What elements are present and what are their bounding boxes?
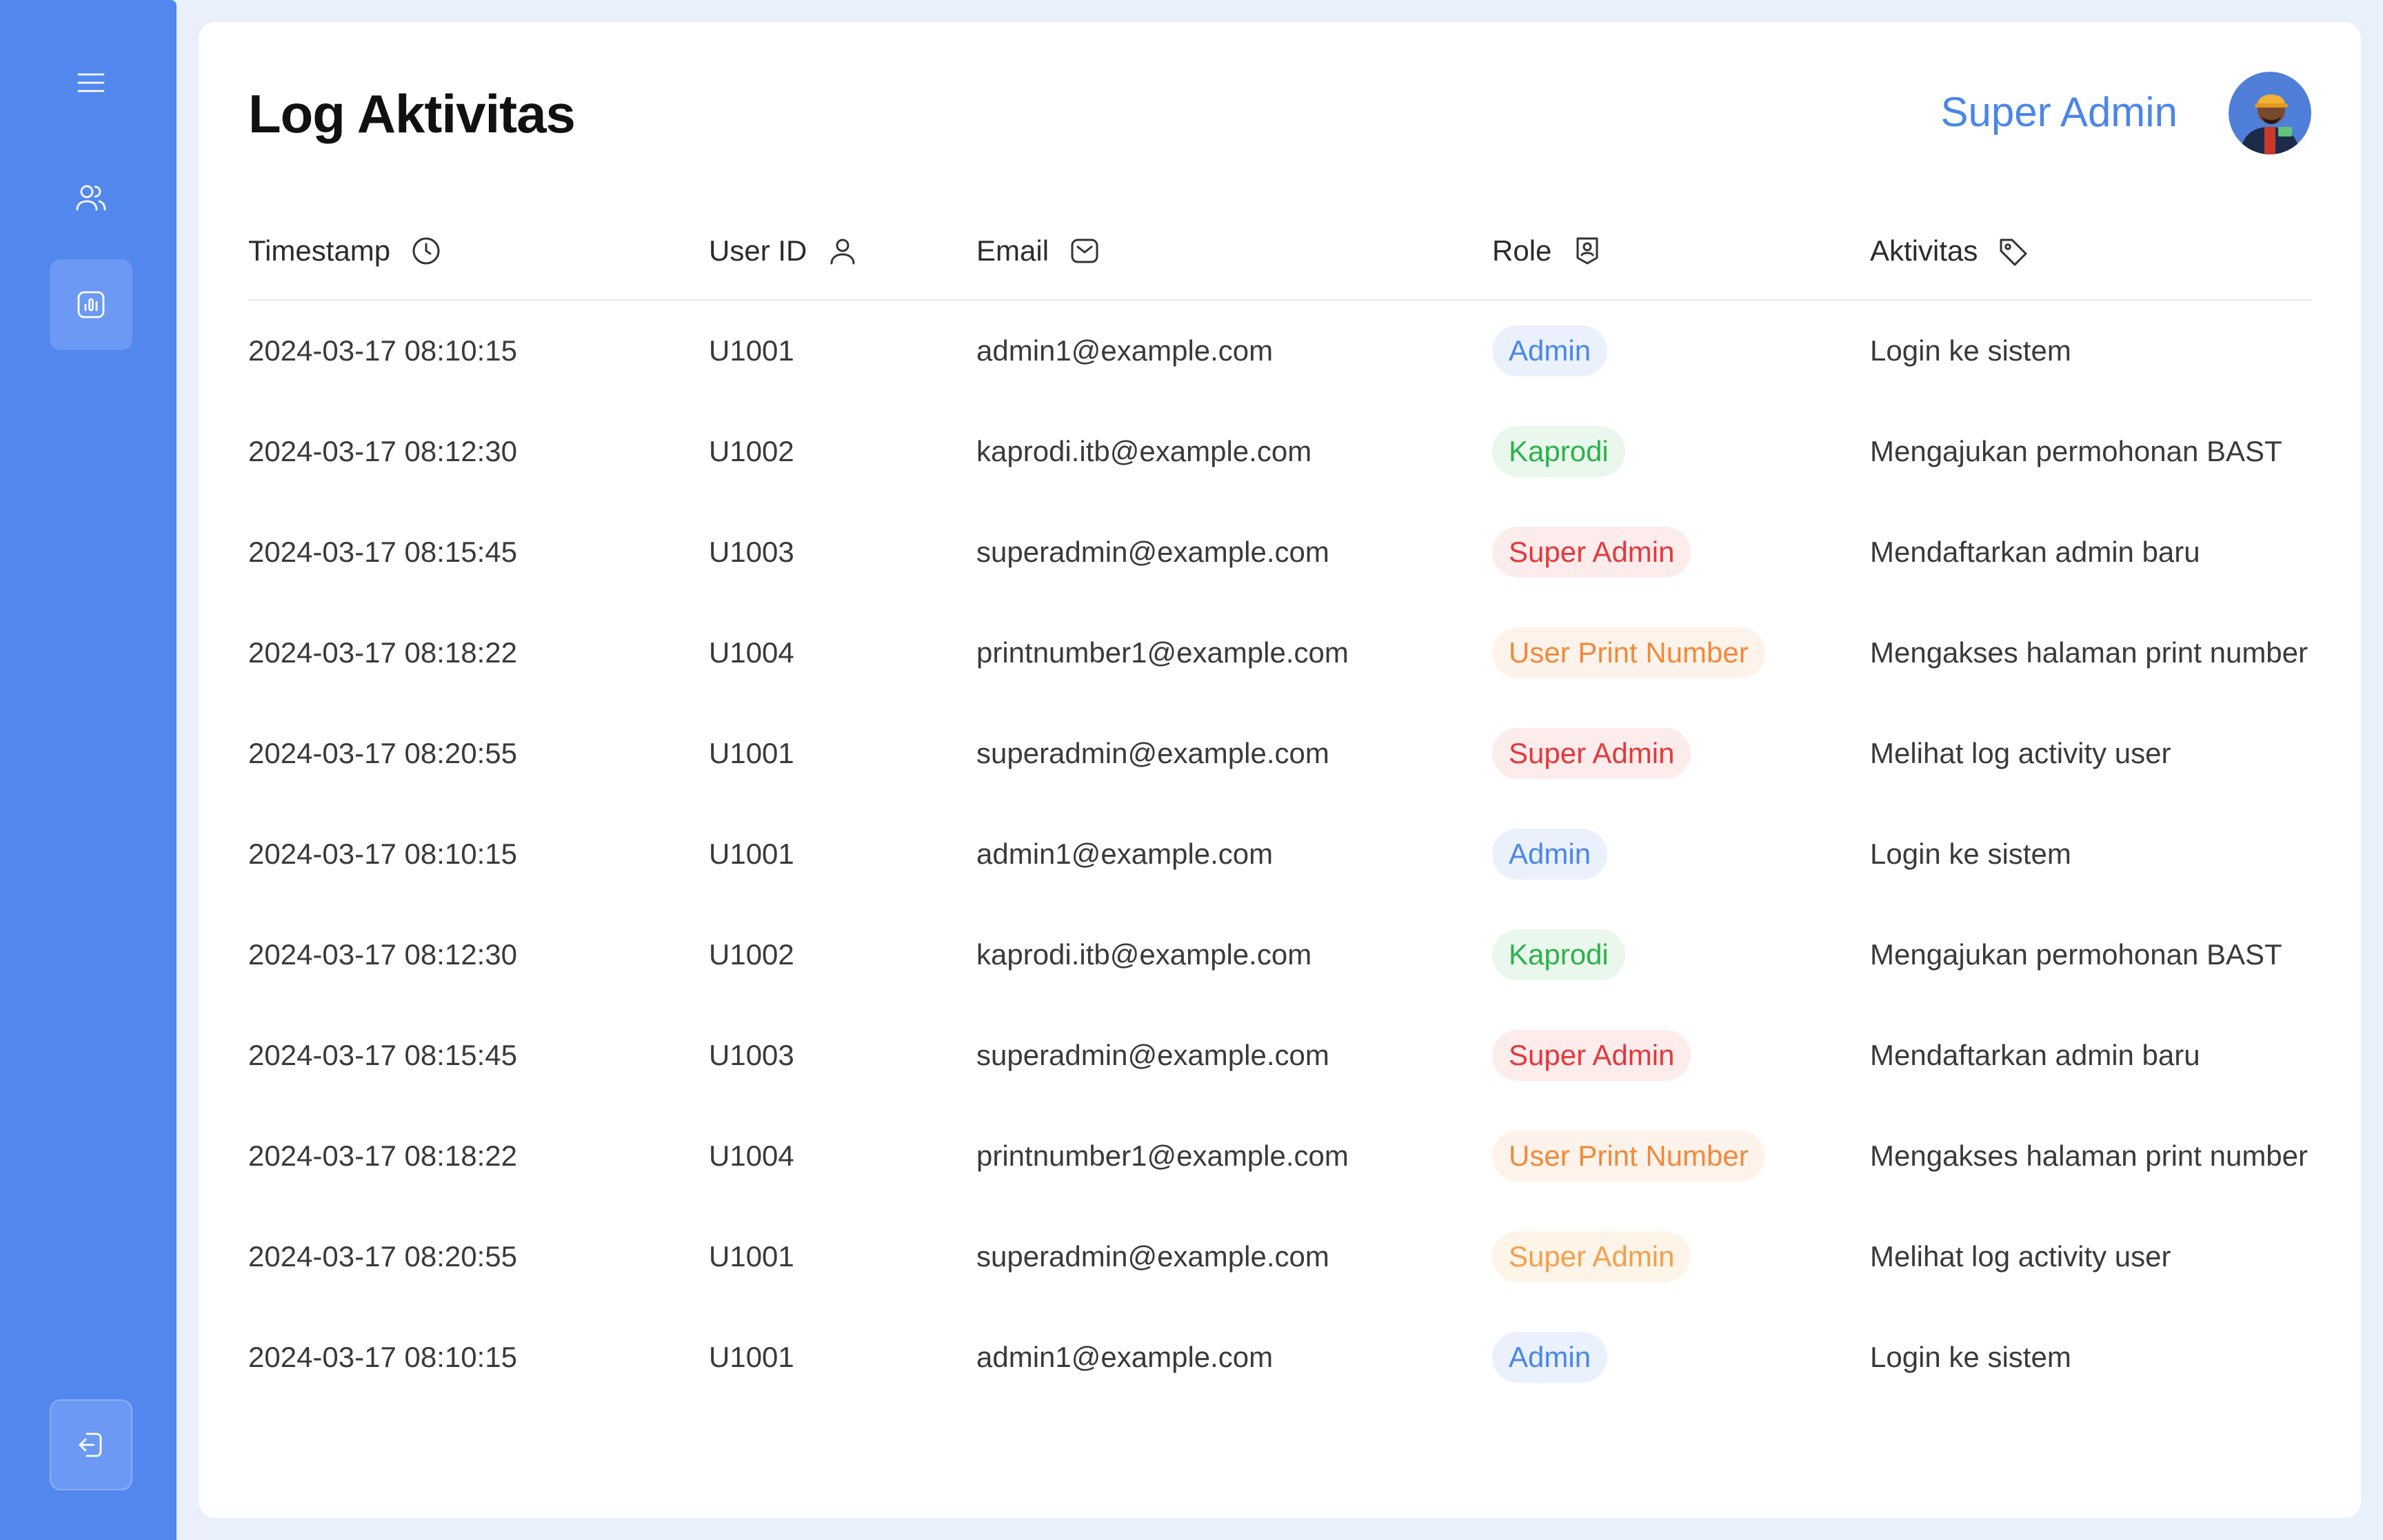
role-badge: Super Admin	[1492, 1231, 1691, 1282]
table-row[interactable]: 2024-03-17 08:15:45 U1003 superadmin@examp…	[248, 502, 2311, 602]
page-title: Log Aktivitas	[248, 83, 576, 144]
user-id-cell: U1002	[709, 435, 794, 467]
user-id-cell: U1002	[709, 938, 794, 971]
role-badge: Super Admin	[1492, 527, 1691, 578]
activity-cell: Melihat log activity user	[1870, 1240, 2171, 1273]
timestamp-cell: 2024-03-17 08:12:30	[248, 435, 517, 467]
role-cell: Super Admin	[1492, 703, 1691, 804]
table-body: 2024-03-17 08:10:15 U1001 admin1@example.c…	[248, 301, 2311, 1408]
activity-cell: Melihat log activity user	[1870, 737, 2171, 769]
role-cell: Kaprodi	[1492, 904, 1625, 1005]
table-row[interactable]: 2024-03-17 08:12:30 U1002 kaprodi.itb@exam…	[248, 904, 2311, 1005]
email-cell: printnumber1@example.com	[976, 636, 1349, 669]
role-badge: Admin	[1492, 325, 1608, 376]
table-row[interactable]: 2024-03-17 08:10:15 U1001 admin1@example.c…	[248, 1307, 2311, 1408]
timestamp-cell: 2024-03-17 08:10:15	[248, 838, 517, 870]
activity-cell: Mendaftarkan admin baru	[1870, 536, 2200, 568]
role-cell: User Print Number	[1492, 602, 1765, 703]
table-header: Timestamp User ID Email Role Aktivitas	[248, 201, 2311, 301]
tag-icon	[2000, 239, 2027, 266]
user-id-cell: U1003	[709, 1039, 794, 1071]
user-id-cell: U1004	[709, 1139, 794, 1172]
role-badge: User Print Number	[1492, 1131, 1765, 1182]
email-cell: superadmin@example.com	[976, 1039, 1329, 1071]
email-cell: printnumber1@example.com	[976, 1139, 1349, 1172]
clock-icon	[412, 237, 440, 265]
activity-cell: Login ke sistem	[1870, 334, 2071, 367]
badge-icon	[1576, 237, 1598, 265]
activity-log-table: Timestamp User ID Email Role Aktivitas 2…	[248, 201, 2311, 1408]
timestamp-cell: 2024-03-17 08:18:22	[248, 636, 517, 669]
role-cell: User Print Number	[1492, 1106, 1765, 1206]
role-badge: User Print Number	[1492, 627, 1765, 678]
email-cell: admin1@example.com	[976, 838, 1274, 870]
role-cell: Super Admin	[1492, 1005, 1691, 1106]
table-row[interactable]: 2024-03-17 08:20:55 U1001 superadmin@examp…	[248, 1206, 2311, 1307]
email-cell: admin1@example.com	[976, 1341, 1274, 1373]
role-badge: Kaprodi	[1492, 426, 1625, 477]
column-user-id[interactable]: User ID	[709, 201, 859, 301]
role-cell: Super Admin	[1492, 1206, 1691, 1307]
user-id-cell: U1004	[709, 636, 794, 669]
timestamp-cell: 2024-03-17 08:10:15	[248, 334, 517, 367]
activity-cell: Mengakses halaman print number	[1870, 1139, 2309, 1172]
activity-cell: Mendaftarkan admin baru	[1870, 1039, 2200, 1071]
table-row[interactable]: 2024-03-17 08:18:22 U1004 printnumber1@exa…	[248, 602, 2311, 703]
role-badge: Super Admin	[1492, 728, 1691, 779]
timestamp-cell: 2024-03-17 08:15:45	[248, 1039, 517, 1071]
logout-icon[interactable]	[50, 1399, 132, 1490]
timestamp-cell: 2024-03-17 08:20:55	[248, 1240, 517, 1273]
role-cell: Kaprodi	[1492, 401, 1625, 502]
column-email[interactable]: Email	[976, 201, 1101, 301]
users-icon[interactable]	[50, 152, 132, 243]
user-icon	[830, 239, 855, 265]
email-cell: kaprodi.itb@example.com	[976, 938, 1312, 971]
activity-cell: Login ke sistem	[1870, 1341, 2071, 1373]
column-aktivitas[interactable]: Aktivitas	[1870, 201, 2030, 301]
user-id-cell: U1001	[709, 1240, 794, 1273]
sidebar	[0, 0, 177, 1540]
user-id-cell: U1001	[709, 1341, 794, 1373]
activity-cell: Mengajukan permohonan BAST	[1870, 938, 2282, 971]
role-cell: Admin	[1492, 301, 1608, 401]
timestamp-cell: 2024-03-17 08:15:45	[248, 536, 517, 568]
role-badge: Kaprodi	[1492, 929, 1625, 980]
timestamp-cell: 2024-03-17 08:12:30	[248, 938, 517, 971]
table-row[interactable]: 2024-03-17 08:10:15 U1001 admin1@example.c…	[248, 804, 2311, 904]
activity-cell: Mengajukan permohonan BAST	[1870, 435, 2282, 467]
table-row[interactable]: 2024-03-17 08:20:55 U1001 superadmin@examp…	[248, 703, 2311, 804]
main-panel: Log Aktivitas Super Admin Timestamp User…	[199, 22, 2361, 1518]
chart-icon[interactable]	[50, 259, 132, 350]
role-cell: Admin	[1492, 804, 1608, 904]
email-cell: superadmin@example.com	[976, 536, 1329, 568]
email-cell: admin1@example.com	[976, 334, 1274, 367]
user-id-cell: U1001	[709, 334, 794, 367]
user-id-cell: U1001	[709, 838, 794, 870]
user-id-cell: U1003	[709, 536, 794, 568]
table-row[interactable]: 2024-03-17 08:12:30 U1002 kaprodi.itb@exam…	[248, 401, 2311, 502]
role-badge: Admin	[1492, 1332, 1608, 1383]
role-cell: Admin	[1492, 1307, 1608, 1408]
mail-icon	[1071, 239, 1098, 263]
avatar[interactable]	[2229, 72, 2311, 154]
email-cell: kaprodi.itb@example.com	[976, 435, 1312, 467]
role-badge: Admin	[1492, 829, 1608, 880]
role-badge: Super Admin	[1492, 1030, 1691, 1081]
email-cell: superadmin@example.com	[976, 1240, 1329, 1273]
timestamp-cell: 2024-03-17 08:20:55	[248, 737, 517, 769]
timestamp-cell: 2024-03-17 08:18:22	[248, 1139, 517, 1172]
user-id-cell: U1001	[709, 737, 794, 769]
table-row[interactable]: 2024-03-17 08:15:45 U1003 superadmin@examp…	[248, 1005, 2311, 1106]
column-role[interactable]: Role	[1492, 201, 1604, 301]
user-name[interactable]: Super Admin	[1940, 88, 2178, 136]
table-row[interactable]: 2024-03-17 08:18:22 U1004 printnumber1@exa…	[248, 1106, 2311, 1206]
column-timestamp[interactable]: Timestamp	[248, 201, 443, 301]
activity-cell: Mengakses halaman print number	[1870, 636, 2309, 669]
table-row[interactable]: 2024-03-17 08:10:15 U1001 admin1@example.c…	[248, 301, 2311, 401]
email-cell: superadmin@example.com	[976, 737, 1329, 769]
timestamp-cell: 2024-03-17 08:10:15	[248, 1341, 517, 1373]
activity-cell: Login ke sistem	[1870, 838, 2071, 870]
menu-icon[interactable]	[50, 37, 132, 128]
role-cell: Super Admin	[1492, 502, 1691, 602]
